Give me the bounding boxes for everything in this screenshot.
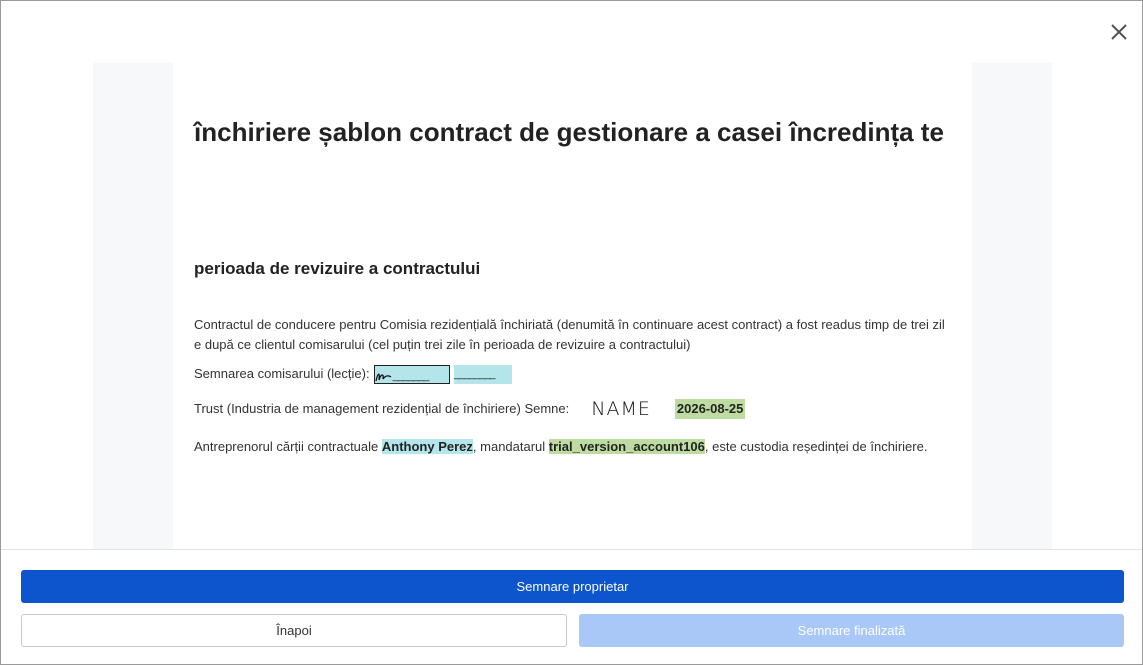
signature-scribble-icon — [374, 372, 391, 381]
close-icon[interactable] — [1108, 21, 1130, 43]
page-gutter-left — [93, 63, 173, 549]
account-field[interactable]: trial_version_account106 — [548, 439, 705, 454]
signing-complete-button[interactable]: Semnare finalizată — [579, 614, 1124, 647]
commissioner-signature-row: Semnarea comisarului (lecție): _______ _… — [194, 364, 951, 384]
para4-middle: , mandatarul — [472, 439, 546, 454]
commissioner-date-field[interactable]: ________ — [453, 364, 512, 384]
trust-signature-row: Trust (Industria de management rezidenți… — [194, 399, 951, 419]
section-title: perioada de revizuire a contractului — [194, 259, 481, 278]
sign-owner-button[interactable]: Semnare proprietar — [21, 570, 1124, 603]
trust-label: Trust (Industria de management rezidenți… — [194, 401, 570, 416]
signature-underline: _______ — [392, 369, 430, 382]
page-gutter-right — [972, 63, 1052, 549]
signing-modal: închiriere șablon contract de gestionare… — [0, 0, 1143, 665]
back-button[interactable]: Înapoi — [21, 614, 567, 647]
commissioner-signature-field[interactable]: _______ — [373, 364, 450, 384]
para4-prefix: Antreprenorul cărții contractuale — [194, 439, 379, 454]
document-title: închiriere șablon contract de gestionare… — [194, 117, 944, 147]
action-footer: Semnare proprietar Înapoi Semnare finali… — [1, 549, 1142, 664]
trust-signature-name[interactable]: NAME — [591, 399, 651, 419]
trust-date[interactable]: 2026-08-25 — [674, 399, 746, 419]
commissioner-label: Semnarea comisarului (lecție): — [194, 366, 370, 381]
owner-name-field[interactable]: Anthony Perez — [381, 439, 473, 454]
para4-suffix: , este custodia reședinței de închiriere… — [704, 439, 928, 454]
document-page[interactable]: închiriere șablon contract de gestionare… — [173, 63, 972, 549]
contract-paragraph: Contractul de conducere pentru Comisia r… — [194, 317, 945, 352]
entrepreneur-paragraph: Antreprenorul cărții contractuale Anthon… — [194, 437, 951, 457]
